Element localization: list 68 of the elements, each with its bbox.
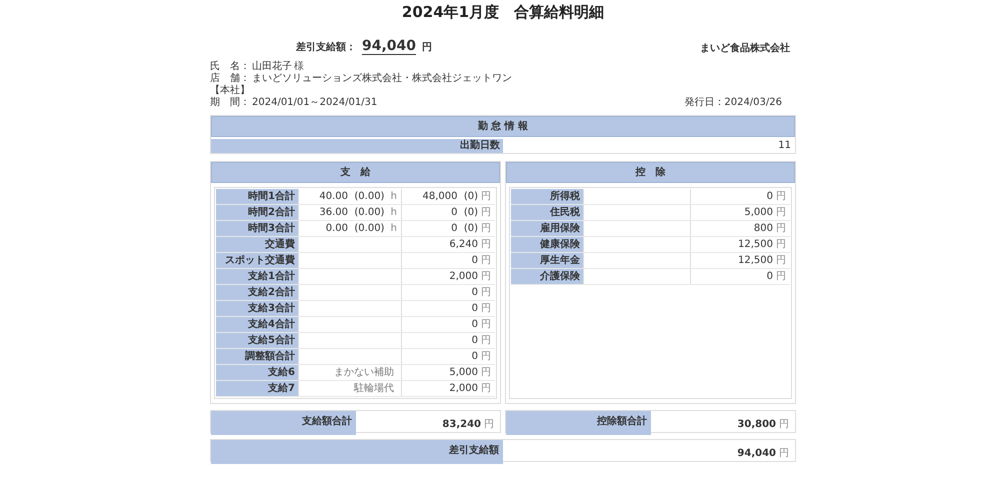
table-cell: 0 円 [401, 301, 495, 316]
table-cell: まかない補助 [298, 365, 401, 380]
field-label: 店 舗： [210, 73, 250, 84]
section-header: 控 除 [506, 162, 795, 183]
page-title: 2024年1月度 合算給料明細 [400, 2, 606, 23]
field-label: 氏 名： [210, 61, 250, 72]
table-cell: 0 (0) 円 [401, 221, 495, 236]
table-cell: 0 円 [690, 269, 790, 284]
currency-unit: 円 [422, 41, 432, 54]
row-label: 支給5合計 [216, 333, 298, 348]
row-label: 支給6 [216, 365, 298, 380]
store-name: まいどソリューションズ株式会社・株式会社ジェットワン [252, 73, 512, 85]
section-header: 支 給 [211, 162, 500, 183]
table-cell: 12,500 円 [690, 237, 790, 252]
issue-date: 発行日：2024/03/26 [684, 97, 782, 109]
field-label: 期 間： [210, 97, 250, 109]
total-label: 差引支給額 [211, 440, 503, 464]
table-cell-text: 11 [777, 139, 792, 153]
table-cell: 駐輪場代 [298, 381, 401, 396]
table-cell: 0 円 [401, 333, 495, 348]
total-value: 94,040 円 [736, 447, 790, 461]
net-pay-label: 差引支給額： [296, 40, 356, 54]
table-cell: 6,240 円 [401, 237, 495, 252]
table-cell: 800 円 [690, 221, 790, 236]
table-cell: 0.00 (0.00) h [298, 221, 401, 236]
table-cell: 0 円 [401, 317, 495, 332]
table-cell: 36.00 (0.00) h [298, 205, 401, 220]
branch-name: 【本社】 [210, 85, 250, 96]
row-label: 調整額合計 [216, 349, 298, 364]
honorific: 様 [294, 61, 304, 73]
total-value: 30,800 円 [736, 418, 790, 432]
table-cell: 0 (0) 円 [401, 205, 495, 220]
row-label: 所得税 [511, 189, 583, 204]
row-label: 支給4合計 [216, 317, 298, 332]
row-label: 支給2合計 [216, 285, 298, 300]
row-label: 出勤日数 [211, 139, 503, 153]
row-label: 支給1合計 [216, 269, 298, 284]
row-label: 交通費 [216, 237, 298, 252]
table-cell: 2,000 円 [401, 269, 495, 284]
row-label: 厚生年金 [511, 253, 583, 268]
row-label: 時間1合計 [216, 189, 298, 204]
total-label: 支給額合計 [211, 411, 356, 435]
table-cell: 2,000 円 [401, 381, 495, 396]
table-cell: 0 円 [401, 253, 495, 268]
row-label: 健康保険 [511, 237, 583, 252]
row-label: 住民税 [511, 205, 583, 220]
total-value: 83,240 円 [441, 418, 495, 432]
total-label: 控除額合計 [506, 411, 651, 435]
row-label: 支給3合計 [216, 301, 298, 316]
pay-period: 2024/01/01～2024/01/31 [252, 97, 378, 109]
employee-name: 山田花子 [252, 61, 292, 73]
table-cell: 0 円 [401, 349, 495, 364]
table-cell: 48,000 (0) 円 [401, 189, 495, 204]
table-cell: 5,000 円 [401, 365, 495, 380]
net-pay-amount: 94,040 [362, 38, 416, 55]
section-header: 勤 怠 情 報 [211, 116, 795, 137]
table-cell: 40.00 (0.00) h [298, 189, 401, 204]
company-name: まいど食品株式会社 [700, 42, 790, 55]
table-cell: 5,000 円 [690, 205, 790, 220]
row-label: 介護保険 [511, 269, 583, 284]
row-label: 時間2合計 [216, 205, 298, 220]
table-cell: 12,500 円 [690, 253, 790, 268]
row-label: スポット交通費 [216, 253, 298, 268]
table-cell: 0 円 [401, 285, 495, 300]
row-label: 時間3合計 [216, 221, 298, 236]
table-cell: 0 円 [690, 189, 790, 204]
row-label: 支給7 [216, 381, 298, 396]
row-label: 雇用保険 [511, 221, 583, 236]
